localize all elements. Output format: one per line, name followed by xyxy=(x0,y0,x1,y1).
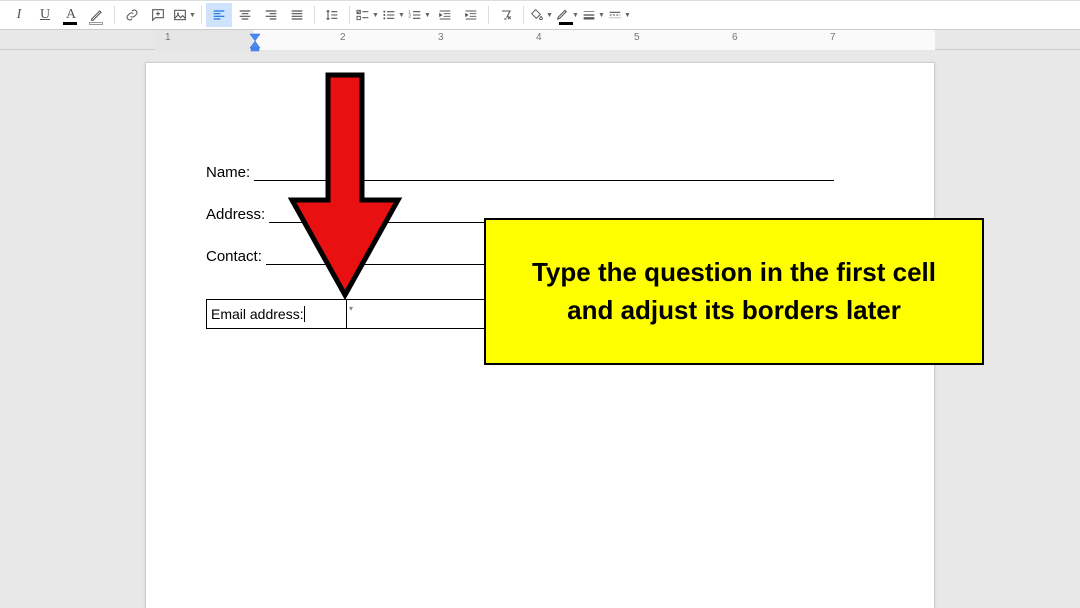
toolbar-separator xyxy=(488,6,489,24)
address-label: Address: xyxy=(206,206,269,223)
indent-icon xyxy=(463,7,479,23)
chevron-down-icon: ▼ xyxy=(546,12,553,19)
callout-text: Type the question in the first cell and … xyxy=(532,257,936,325)
clear-formatting-button[interactable] xyxy=(493,3,519,27)
contact-label: Contact: xyxy=(206,248,266,265)
instruction-callout: Type the question in the first cell and … xyxy=(484,218,984,365)
clear-format-icon xyxy=(498,7,514,23)
svg-text:2: 2 xyxy=(408,14,411,19)
align-right-button[interactable] xyxy=(258,3,284,27)
chevron-down-icon: ▼ xyxy=(424,12,431,19)
border-color-swatch xyxy=(559,22,573,25)
chevron-down-icon: ▼ xyxy=(624,12,631,19)
decrease-indent-button[interactable] xyxy=(432,3,458,27)
toolbar-separator xyxy=(523,6,524,24)
ruler-number: 5 xyxy=(634,32,640,43)
underline-button[interactable]: U xyxy=(32,3,58,27)
ruler-number: 7 xyxy=(830,32,836,43)
border-style-icon xyxy=(607,7,623,23)
text-color-swatch xyxy=(63,22,77,25)
ruler-number: 4 xyxy=(536,32,542,43)
highlight-button[interactable] xyxy=(84,3,110,27)
align-right-icon xyxy=(263,7,279,23)
add-comment-button[interactable] xyxy=(145,3,171,27)
chevron-down-icon: ▼ xyxy=(398,12,405,19)
chevron-down-icon: ▼ xyxy=(372,12,379,19)
ruler-number: 6 xyxy=(732,32,738,43)
image-icon xyxy=(172,7,188,23)
align-left-icon xyxy=(211,7,227,23)
align-justify-icon xyxy=(289,7,305,23)
link-icon xyxy=(124,7,140,23)
toolbar-separator xyxy=(314,6,315,24)
insert-link-button[interactable] xyxy=(119,3,145,27)
arrow-down-icon xyxy=(280,70,410,310)
line-spacing-icon xyxy=(324,7,340,23)
align-center-button[interactable] xyxy=(232,3,258,27)
align-justify-button[interactable] xyxy=(284,3,310,27)
ruler-number: 1 xyxy=(165,32,171,43)
border-width-icon xyxy=(581,7,597,23)
left-indent-marker[interactable] xyxy=(249,39,261,57)
paint-bucket-icon xyxy=(529,7,545,23)
ruler-number: 3 xyxy=(438,32,444,43)
align-left-button[interactable] xyxy=(206,3,232,27)
horizontal-ruler[interactable]: 1 2 3 4 5 6 7 xyxy=(0,30,1080,50)
bullet-list-icon xyxy=(381,7,397,23)
pen-icon xyxy=(555,7,571,23)
border-color-button[interactable]: ▼ xyxy=(554,3,580,27)
line-spacing-button[interactable] xyxy=(319,3,345,27)
toolbar-separator xyxy=(349,6,350,24)
highlight-swatch xyxy=(89,22,103,25)
red-arrow-annotation xyxy=(280,70,410,315)
increase-indent-button[interactable] xyxy=(458,3,484,27)
border-dash-button[interactable]: ▼ xyxy=(606,3,632,27)
toolbar-separator xyxy=(201,6,202,24)
name-label: Name: xyxy=(206,164,254,181)
fill-color-button[interactable]: ▼ xyxy=(528,3,554,27)
bulleted-list-button[interactable]: ▼ xyxy=(380,3,406,27)
toolbar-separator xyxy=(114,6,115,24)
text-color-button[interactable]: A xyxy=(58,3,84,27)
italic-button[interactable]: I xyxy=(6,3,32,27)
ruler-number: 2 xyxy=(340,32,346,43)
outdent-icon xyxy=(437,7,453,23)
chevron-down-icon: ▼ xyxy=(572,12,579,19)
checklist-icon xyxy=(355,7,371,23)
comment-icon xyxy=(150,7,166,23)
align-center-icon xyxy=(237,7,253,23)
chevron-down-icon: ▼ xyxy=(598,12,605,19)
border-width-button[interactable]: ▼ xyxy=(580,3,606,27)
numbered-list-icon: 12 xyxy=(407,7,423,23)
highlighter-icon xyxy=(89,7,105,23)
ruler-track: 1 2 3 4 5 6 7 xyxy=(155,30,935,50)
checklist-button[interactable]: ▼ xyxy=(354,3,380,27)
chevron-down-icon: ▼ xyxy=(189,12,196,19)
formatting-toolbar: I U A ▼ ▼ ▼ 12 ▼ xyxy=(0,0,1080,30)
numbered-list-button[interactable]: 12 ▼ xyxy=(406,3,432,27)
insert-image-button[interactable]: ▼ xyxy=(171,3,197,27)
